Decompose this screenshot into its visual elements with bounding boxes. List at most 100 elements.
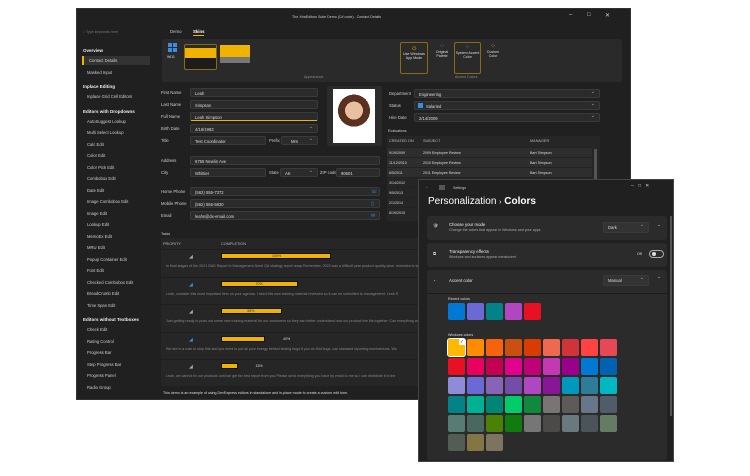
- skin-label[interactable]: Wi11: [167, 55, 175, 59]
- windows-color-swatch[interactable]: [467, 339, 484, 356]
- windows-color-swatch[interactable]: [600, 358, 617, 375]
- windows-color-swatch[interactable]: [448, 396, 465, 413]
- windows-color-swatch[interactable]: [524, 415, 541, 432]
- sidebar-item[interactable]: Color Pick Edit: [82, 163, 150, 172]
- breadcrumb-personalization[interactable]: Personalization: [428, 196, 496, 207]
- maximize-button[interactable]: □: [587, 12, 591, 18]
- sidebar-item[interactable]: Combobox Edit: [82, 174, 150, 183]
- windows-color-swatch[interactable]: [581, 358, 598, 375]
- full-name-field[interactable]: Leah Simpson: [190, 112, 318, 121]
- column-header[interactable]: COMPLETION: [221, 242, 246, 246]
- column-header[interactable]: PRIORITY: [163, 242, 181, 246]
- recent-color-swatch[interactable]: [448, 303, 465, 320]
- windows-color-swatch[interactable]: [600, 396, 617, 413]
- windows-color-swatch[interactable]: [562, 396, 579, 413]
- windows-color-swatch[interactable]: [448, 358, 465, 375]
- sidebar-item[interactable]: Checked Combobox Edit: [82, 278, 150, 287]
- birth-date-field[interactable]: 4/16/1983: [190, 124, 318, 133]
- windows-color-swatch[interactable]: [581, 396, 598, 413]
- windows-color-swatch[interactable]: [505, 396, 522, 413]
- sidebar-item[interactable]: Font Edit: [82, 266, 150, 275]
- windows-color-swatch[interactable]: [486, 434, 503, 451]
- sidebar-item[interactable]: Popup Container Edit: [82, 255, 150, 264]
- chevron-down-icon[interactable]: ⌄: [657, 222, 661, 228]
- windows-color-swatch[interactable]: [562, 377, 579, 394]
- windows-color-swatch[interactable]: [581, 415, 598, 432]
- sidebar-item[interactable]: Time Span Edit: [82, 301, 150, 310]
- tab-skins[interactable]: Skins: [193, 29, 205, 36]
- sidebar-item[interactable]: Masked Input: [82, 68, 150, 77]
- sidebar-item[interactable]: Radio Group: [82, 383, 150, 392]
- windows-color-swatch[interactable]: [543, 377, 560, 394]
- windows-color-swatch[interactable]: [562, 339, 579, 356]
- sidebar-item[interactable]: Color Edit: [82, 151, 150, 160]
- sidebar-item[interactable]: MRU Edit: [82, 243, 150, 252]
- sidebar-item[interactable]: Progress Panel: [82, 371, 150, 380]
- city-field[interactable]: Whittier: [190, 168, 266, 177]
- windows-color-swatch[interactable]: [562, 358, 579, 375]
- windows-color-swatch[interactable]: [581, 377, 598, 394]
- sidebar-item[interactable]: Step Progress Bar: [82, 360, 150, 369]
- windows-color-swatch[interactable]: [600, 415, 617, 432]
- table-row[interactable]: 9/19/2009 2009 Employee Review Bart Simpso…: [387, 147, 592, 157]
- accent-dropdown[interactable]: Manual: [603, 275, 649, 286]
- windows-color-swatch[interactable]: [600, 339, 617, 356]
- minimize-button[interactable]: – □ ✕: [631, 183, 649, 189]
- windows-color-swatch[interactable]: [486, 396, 503, 413]
- sidebar-item[interactable]: Check Edit: [82, 325, 150, 334]
- skin-swatch-light[interactable]: [220, 45, 250, 63]
- column-header[interactable]: MANAGER: [530, 139, 549, 143]
- recent-color-swatch[interactable]: [524, 303, 541, 320]
- windows-color-swatch[interactable]: [486, 339, 503, 356]
- sidebar-item[interactable]: Multi Select Lookup: [82, 128, 150, 137]
- skin-swatch-dark[interactable]: [184, 44, 217, 70]
- windows-color-swatch[interactable]: [486, 377, 503, 394]
- windows-color-swatch[interactable]: [543, 339, 560, 356]
- system-accent-button[interactable]: ⁘ System Accent Color: [454, 42, 481, 74]
- sidebar-item[interactable]: Date Edit: [82, 186, 150, 195]
- windows-color-swatch[interactable]: [467, 415, 484, 432]
- phone-icon[interactable]: ☏: [371, 189, 377, 195]
- table-row[interactable]: 11/12/2010 2010 Employee Review Bart Simps…: [387, 157, 592, 167]
- table-row[interactable]: 6/5/2011 2011 Employee Review Bart Simpson: [387, 167, 592, 177]
- windows-color-swatch[interactable]: [524, 396, 541, 413]
- address-field[interactable]: 6755 Newlin Ave: [190, 156, 380, 165]
- sidebar-item[interactable]: BreadCrumb Edit: [82, 289, 150, 298]
- sidebar-item[interactable]: Lookup Edit: [82, 220, 150, 229]
- sidebar-item[interactable]: Rating Control: [82, 337, 150, 346]
- back-button[interactable]: ←: [425, 185, 429, 189]
- column-header[interactable]: CREATED ON: [389, 139, 414, 143]
- scrollbar[interactable]: [670, 216, 672, 416]
- windows-color-swatch[interactable]: ✓: [447, 338, 466, 357]
- sidebar-item[interactable]: MemoEx Edit: [82, 232, 150, 241]
- chevron-up-icon[interactable]: ⌃: [657, 276, 661, 282]
- windows-color-swatch[interactable]: [448, 434, 465, 451]
- prefix-dropdown[interactable]: Mrs: [281, 136, 318, 145]
- last-name-field[interactable]: Simpson: [190, 100, 318, 109]
- tab-demo[interactable]: Demo: [170, 29, 181, 34]
- sidebar-item[interactable]: Inplace Grid Cell Editors: [82, 92, 150, 101]
- windows-color-swatch[interactable]: [505, 358, 522, 375]
- sidebar-item[interactable]: AutoSuggest Lookup: [82, 117, 150, 126]
- minimize-button[interactable]: –: [569, 12, 572, 18]
- windows-color-swatch[interactable]: [543, 396, 560, 413]
- sidebar-item[interactable]: Image Edit: [82, 209, 150, 218]
- windows-color-swatch[interactable]: [562, 415, 579, 432]
- transparency-toggle[interactable]: [649, 250, 664, 258]
- windows-color-swatch[interactable]: [524, 377, 541, 394]
- custom-color-button[interactable]: ⁘ Custom Color: [483, 42, 503, 58]
- windows-color-swatch[interactable]: [505, 377, 522, 394]
- email-field[interactable]: leahs@dx-email.com: [190, 211, 380, 220]
- windows-color-swatch[interactable]: [448, 377, 465, 394]
- windows-color-swatch[interactable]: [467, 377, 484, 394]
- windows-color-swatch[interactable]: [467, 396, 484, 413]
- windows-color-swatch[interactable]: [467, 358, 484, 375]
- mode-dropdown[interactable]: Dark: [603, 222, 649, 233]
- title-field[interactable]: Test Coordinator: [190, 136, 266, 145]
- mobile-icon[interactable]: ▯: [371, 201, 374, 207]
- windows-color-swatch[interactable]: [467, 434, 484, 451]
- department-dropdown[interactable]: Engineering: [414, 89, 600, 98]
- recent-color-swatch[interactable]: [505, 303, 522, 320]
- mobile-phone-field[interactable]: (562) 555-5830: [190, 199, 380, 208]
- windows-color-swatch[interactable]: [600, 377, 617, 394]
